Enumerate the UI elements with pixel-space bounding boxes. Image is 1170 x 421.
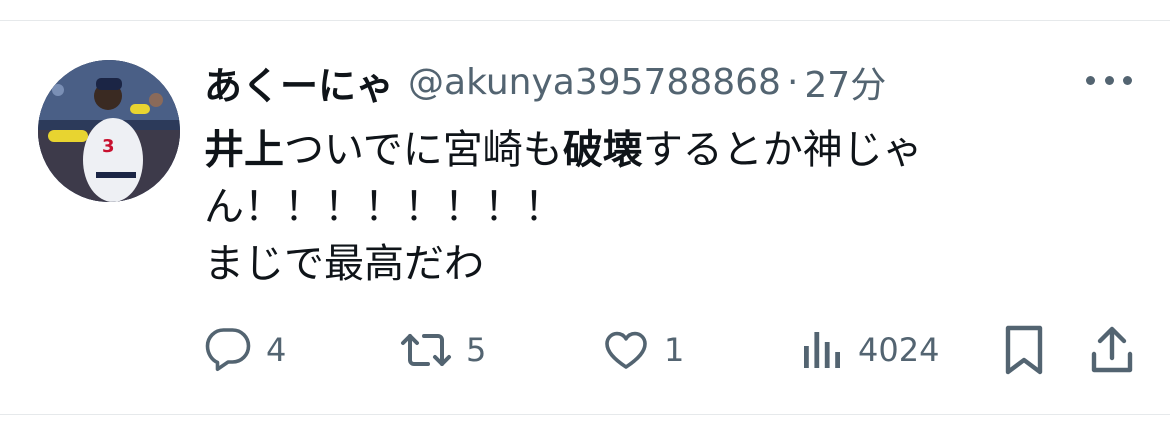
separator-dot: ·: [786, 61, 799, 103]
views-icon: [804, 332, 840, 368]
tweet-text: 井上ついでに宮崎も破壊するとか神じゃ ん！！！！！！！！ まじで最高だわ: [204, 122, 1064, 293]
svg-text:3: 3: [102, 136, 115, 157]
action-bar: 4 5 1 4024: [204, 322, 1144, 378]
more-icon[interactable]: [1086, 70, 1132, 90]
author-name[interactable]: あくーにゃ: [204, 55, 394, 110]
like-button[interactable]: 1: [602, 322, 684, 378]
like-count: 1: [664, 331, 685, 369]
heart-icon: [605, 331, 647, 369]
plain-text: ついでに宮崎も: [284, 127, 563, 173]
retweet-button[interactable]: 5: [400, 322, 486, 378]
avatar-image: 3: [38, 60, 180, 202]
author-handle[interactable]: @akunya395788868: [408, 62, 781, 103]
tweet-text-line-2: ん！！！！！！！！: [204, 184, 564, 230]
tweet-header: あくーにゃ @akunya395788868 · 27分: [204, 56, 886, 108]
bold-text: 破壊: [562, 127, 643, 173]
bold-text: 井上: [204, 127, 284, 173]
retweet-count: 5: [466, 331, 487, 369]
reply-button[interactable]: 4: [204, 322, 286, 378]
tweet-text-line-1: 井上ついでに宮崎も破壊するとか神じゃ: [204, 122, 1064, 179]
plain-text: するとか神じゃ: [642, 127, 923, 173]
share-icon: [1091, 326, 1133, 373]
bookmark-icon: [1005, 325, 1043, 375]
tweet-text-line-3: まじで最高だわ: [204, 241, 484, 287]
share-button[interactable]: [1088, 322, 1136, 378]
reply-count: 4: [266, 331, 287, 369]
avatar[interactable]: 3: [38, 60, 180, 202]
timestamp[interactable]: 27分: [804, 56, 886, 108]
views-count: 4024: [858, 331, 940, 369]
retweet-icon: [401, 334, 451, 366]
top-divider: [0, 20, 1170, 21]
bookmark-button[interactable]: [1002, 322, 1046, 378]
bottom-divider: [0, 414, 1170, 415]
views-button[interactable]: 4024: [800, 322, 939, 378]
reply-icon: [205, 328, 251, 371]
